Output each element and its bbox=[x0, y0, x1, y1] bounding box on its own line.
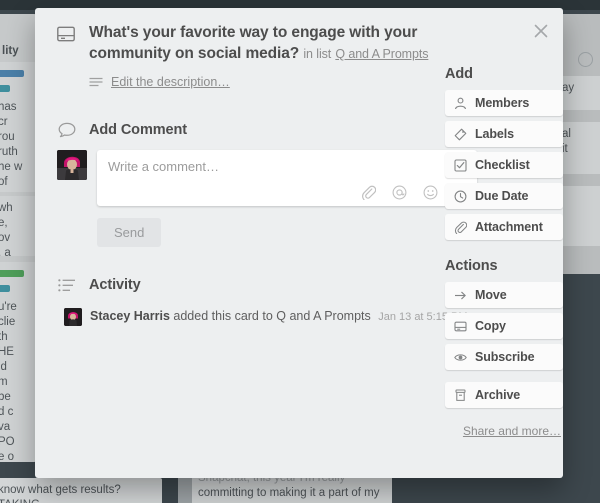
activity-actor[interactable]: Stacey Harris bbox=[90, 309, 170, 323]
background-card-line: , a bbox=[0, 247, 11, 256]
background-card-line: ov bbox=[0, 232, 11, 244]
activity-entry: Stacey Harris added this card to Q and A… bbox=[90, 307, 468, 326]
arrow-right-icon bbox=[453, 288, 467, 302]
member-icon bbox=[453, 96, 467, 110]
avatar[interactable] bbox=[64, 308, 82, 326]
card-detail-modal: What's your favorite way to engage with … bbox=[35, 8, 563, 478]
background-card-line: PO bbox=[0, 436, 15, 448]
sidebar-item-archive[interactable]: Archive bbox=[445, 382, 563, 408]
background-card-line: committing to making it a part of my bbox=[198, 487, 380, 499]
add-comment-heading: Add Comment bbox=[57, 120, 477, 140]
sidebar-item-members[interactable]: Members bbox=[445, 90, 563, 116]
description-icon bbox=[89, 76, 103, 88]
sidebar-item-label: Copy bbox=[475, 319, 506, 333]
list-name-link[interactable]: Q and A Prompts bbox=[335, 47, 428, 61]
copy-icon bbox=[453, 319, 467, 333]
background-card-line: ay bbox=[562, 82, 575, 94]
edit-description-link[interactable]: Edit the description… bbox=[111, 75, 230, 89]
background-card-line: clie bbox=[0, 316, 16, 328]
edit-description-row[interactable]: Edit the description… bbox=[89, 72, 477, 92]
add-comment-title: Add Comment bbox=[89, 122, 187, 138]
sidebar-item-label: Labels bbox=[475, 127, 514, 141]
activity-action: added this card to Q and A Prompts bbox=[173, 309, 371, 323]
sidebar-item-label: Move bbox=[475, 288, 507, 302]
attachment-icon[interactable] bbox=[361, 185, 376, 200]
background-card-bottom-left: know what gets results? TAKING bbox=[0, 478, 162, 503]
sidebar-item-checklist[interactable]: Checklist bbox=[445, 152, 563, 178]
paperclip-icon bbox=[453, 220, 467, 234]
card-icon bbox=[57, 26, 75, 42]
background-card-line: va bbox=[0, 421, 11, 433]
comment-input[interactable] bbox=[108, 159, 466, 174]
background-card-line: ruth bbox=[0, 146, 18, 158]
sidebar-item-subscribe[interactable]: Subscribe bbox=[445, 344, 563, 370]
background-card-line: of bbox=[0, 176, 8, 188]
activity-heading: Activity bbox=[57, 275, 477, 295]
sidebar-add-heading: Add bbox=[445, 66, 473, 82]
sidebar-item-label: Due Date bbox=[475, 189, 529, 203]
label-icon bbox=[453, 127, 467, 141]
sidebar-item-due-date[interactable]: Due Date bbox=[445, 183, 563, 209]
checklist-icon bbox=[453, 158, 467, 172]
list-item: Stacey Harris added this card to Q and A… bbox=[64, 307, 477, 326]
background-card-line: e, bbox=[0, 217, 8, 229]
background-card-line: rou bbox=[0, 131, 15, 143]
background-card-line: d c bbox=[0, 406, 14, 418]
background-card-line: th bbox=[0, 331, 8, 343]
avatar bbox=[57, 150, 87, 180]
in-list-label: in list bbox=[303, 47, 332, 61]
comment-box[interactable] bbox=[97, 150, 477, 206]
send-button[interactable]: Send bbox=[97, 218, 162, 247]
sidebar-item-label: Archive bbox=[475, 388, 521, 402]
activity-list-icon bbox=[57, 276, 77, 294]
card-header: What's your favorite way to engage with … bbox=[57, 22, 477, 65]
card-main-column: Edit the description… Add Comment Write … bbox=[57, 72, 477, 326]
background-card-line: al bbox=[562, 128, 571, 140]
sidebar-item-label: Attachment bbox=[475, 220, 543, 234]
background-clock-icon bbox=[578, 52, 593, 67]
sidebar-item-move[interactable]: Move bbox=[445, 282, 563, 308]
sidebar-item-label: Members bbox=[475, 96, 530, 110]
background-card-line: it bbox=[562, 143, 568, 155]
comment-bubble-icon bbox=[57, 121, 77, 139]
background-card-line: e o bbox=[0, 451, 14, 462]
sidebar-item-labels[interactable]: Labels bbox=[445, 121, 563, 147]
activity-title: Activity bbox=[89, 277, 141, 293]
background-text: lity bbox=[2, 45, 19, 57]
emoji-icon[interactable] bbox=[423, 185, 438, 200]
background-card-line: be bbox=[0, 391, 11, 403]
archive-icon bbox=[453, 388, 467, 402]
sidebar-item-copy[interactable]: Copy bbox=[445, 313, 563, 339]
background-card: wh e, ov , a bbox=[0, 196, 36, 256]
background-card-line: he w bbox=[0, 161, 23, 173]
background-card-line: HE bbox=[0, 346, 14, 358]
background-card: u're clie th HE id m be d c va PO e o na… bbox=[0, 262, 36, 462]
background-card-line: id bbox=[0, 361, 7, 373]
mention-icon[interactable] bbox=[392, 185, 407, 200]
comment-composer bbox=[57, 150, 477, 206]
background-card: has cr rou ruth he w of bbox=[0, 62, 36, 192]
background-card-line: m bbox=[0, 376, 8, 388]
sidebar-actions-heading: Actions bbox=[445, 258, 498, 274]
sidebar-item-attachment[interactable]: Attachment bbox=[445, 214, 563, 240]
eye-icon bbox=[453, 350, 467, 364]
card-title-block: What's your favorite way to engage with … bbox=[89, 22, 477, 65]
share-and-more-link[interactable]: Share and more… bbox=[445, 424, 561, 438]
sidebar-item-label: Checklist bbox=[475, 158, 530, 172]
background-card-line: know what gets results? TAKING bbox=[0, 484, 121, 503]
background-card-line: u're bbox=[0, 301, 17, 313]
background-card-line: has bbox=[0, 101, 17, 113]
card-sidebar: Add Members Labels Checklist Due Date At… bbox=[445, 8, 563, 438]
background-card-line: wh bbox=[0, 202, 13, 214]
background-card-line: cr bbox=[0, 116, 8, 128]
clock-icon bbox=[453, 189, 467, 203]
sidebar-item-label: Subscribe bbox=[475, 350, 535, 364]
